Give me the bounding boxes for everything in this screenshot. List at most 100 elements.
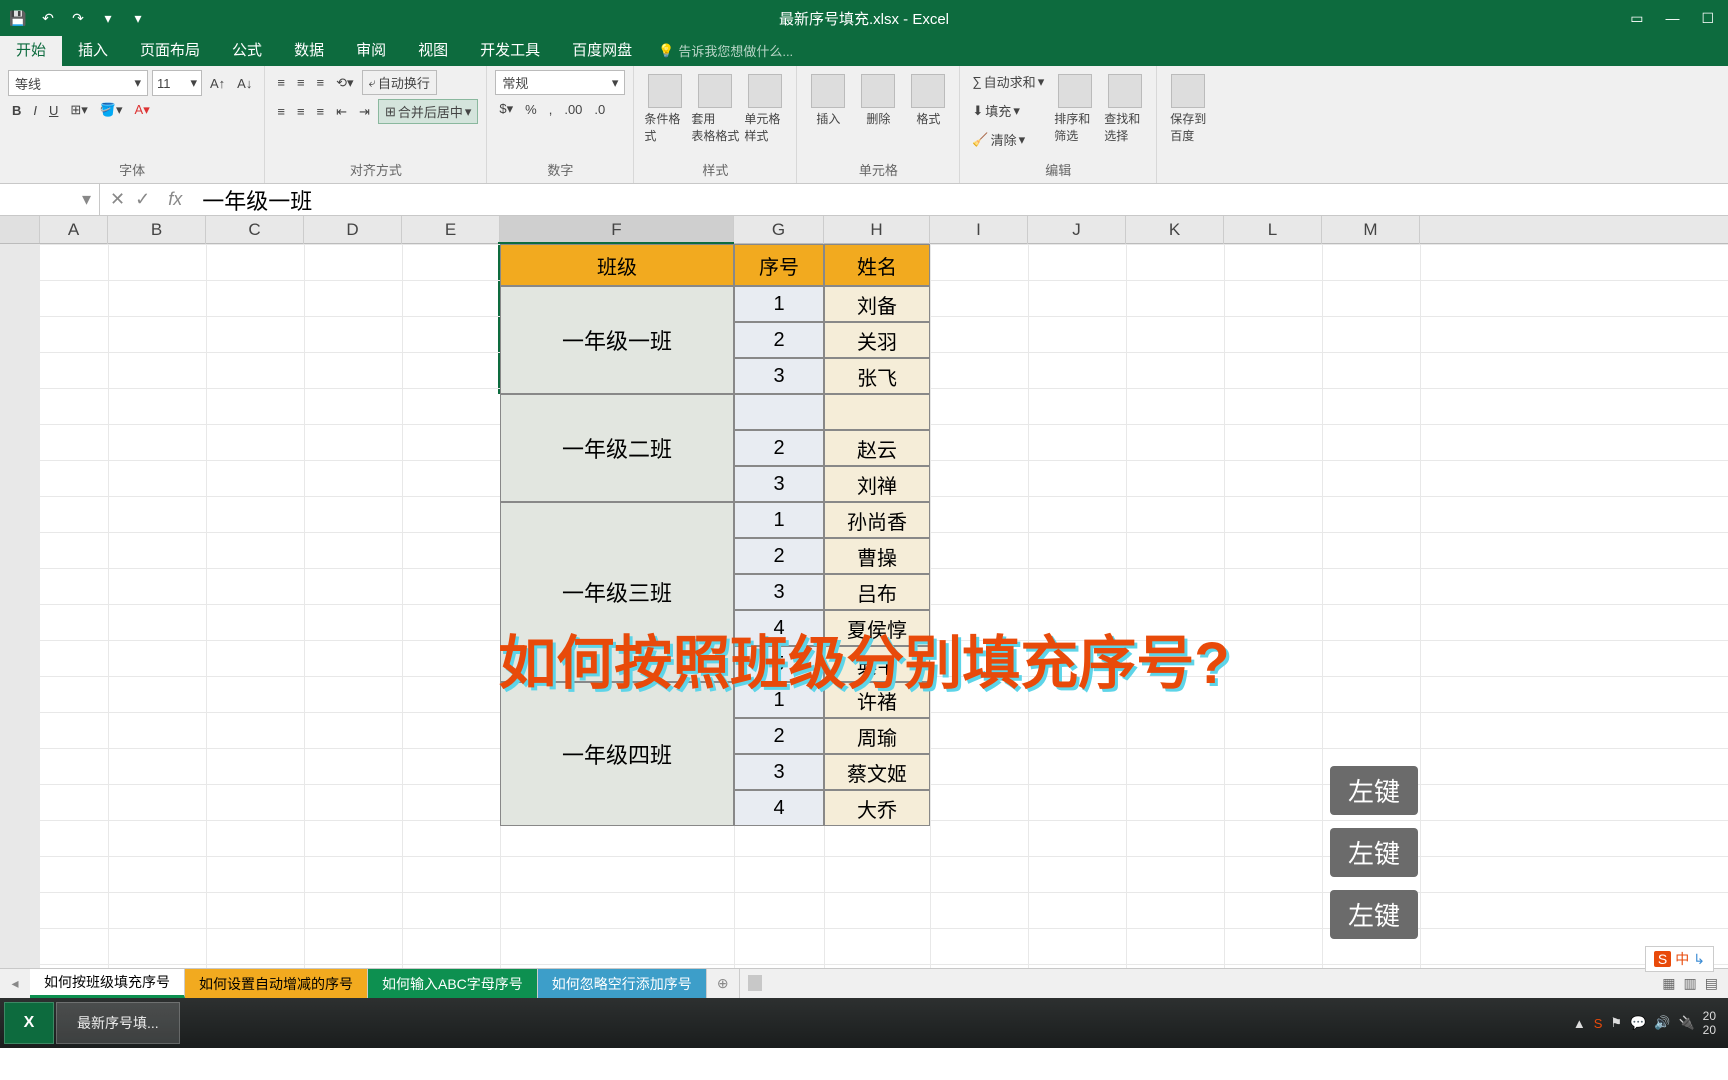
num-cell[interactable]: 1 [734,286,824,322]
orientation-icon[interactable]: ⟲▾ [332,73,357,93]
column-header[interactable]: K [1126,216,1224,244]
ribbon-display-icon[interactable]: ▭ [1630,10,1643,27]
excel-taskbar-icon[interactable]: X [4,1002,54,1044]
column-header[interactable]: J [1028,216,1126,244]
align-right-icon[interactable]: ≡ [313,102,329,121]
minimize-icon[interactable]: — [1665,10,1679,27]
tray-icon[interactable]: ⚑ [1610,1015,1622,1031]
align-center-icon[interactable]: ≡ [293,102,309,121]
cells-area[interactable]: 班级序号姓名一年级一班1刘备2关羽3张飞一年级二班2赵云3刘禅一年级三班1孙尚香… [40,244,1728,968]
sort-filter-button[interactable]: 排序和筛选 [1052,70,1098,148]
num-cell[interactable]: 3 [734,466,824,502]
fill-button[interactable]: ⬇ 填充 ▾ [968,99,1048,122]
sheet-nav-prev[interactable]: ◂ [0,969,30,998]
name-cell[interactable]: 刘禅 [824,466,930,502]
tab-data[interactable]: 数据 [278,33,340,66]
name-cell[interactable]: 刘备 [824,286,930,322]
tab-view[interactable]: 视图 [402,33,464,66]
num-cell[interactable]: 2 [734,322,824,358]
add-sheet-button[interactable]: ⊕ [707,969,739,998]
currency-icon[interactable]: $▾ [495,99,517,119]
name-cell[interactable] [824,394,930,430]
name-cell[interactable]: 张飞 [824,358,930,394]
fill-color-icon[interactable]: 🪣▾ [96,100,127,120]
tab-review[interactable]: 审阅 [340,33,402,66]
num-cell[interactable]: 2 [734,430,824,466]
increase-decimal-icon[interactable]: .00 [560,100,586,119]
format-cells-button[interactable]: 格式 [905,70,951,131]
wrap-text-button[interactable]: ⤶ 自动换行 [362,70,437,95]
confirm-formula-icon[interactable]: ✓ [135,189,150,210]
class-cell[interactable]: 一年级二班 [500,394,734,502]
percent-icon[interactable]: % [521,100,541,119]
font-size-select[interactable]: 11▾ [152,70,202,96]
name-cell[interactable]: 赵云 [824,430,930,466]
qat-more-icon[interactable]: ▾ [128,8,148,28]
tray-icon[interactable]: ▲ [1573,1016,1586,1031]
num-cell[interactable]: 1 [734,502,824,538]
tab-formula[interactable]: 公式 [216,33,278,66]
merge-center-button[interactable]: ⊞ 合并后居中 ▾ [378,99,478,124]
taskbar-app[interactable]: 最新序号填... [56,1002,180,1044]
name-cell[interactable]: 曹操 [824,538,930,574]
cell-styles-button[interactable]: 单元格样式 [742,70,788,148]
tab-dev[interactable]: 开发工具 [464,33,556,66]
column-header[interactable]: F [500,216,734,244]
redo-icon[interactable]: ↷ [68,8,88,28]
italic-button[interactable]: I [29,101,41,120]
num-cell[interactable]: 2 [734,538,824,574]
column-header[interactable]: I [930,216,1028,244]
page-layout-icon[interactable]: ▥ [1684,975,1697,992]
align-top-icon[interactable]: ≡ [273,73,289,92]
decrease-font-icon[interactable]: A↓ [233,74,256,93]
column-header[interactable]: D [304,216,402,244]
align-bottom-icon[interactable]: ≡ [313,73,329,92]
sheet-tab[interactable]: 如何按班级填充序号 [30,969,185,998]
font-color-icon[interactable]: A▾ [131,100,154,120]
border-icon[interactable]: ⊞▾ [66,100,91,120]
select-all-corner[interactable] [0,216,40,243]
tray-icon[interactable]: 🔌 [1678,1015,1694,1031]
table-header-num[interactable]: 序号 [734,244,824,286]
increase-indent-icon[interactable]: ⇥ [355,102,374,122]
comma-icon[interactable]: , [545,100,557,119]
tab-home[interactable]: 开始 [0,33,62,66]
find-select-button[interactable]: 查找和选择 [1102,70,1148,148]
num-cell[interactable]: 3 [734,574,824,610]
tab-insert[interactable]: 插入 [62,33,124,66]
baidu-save-button[interactable]: 保存到 百度 [1165,70,1211,148]
column-header[interactable]: A [40,216,108,244]
autosum-button[interactable]: ∑ 自动求和 ▾ [968,70,1048,93]
name-cell[interactable]: 孙尚香 [824,502,930,538]
num-cell[interactable]: 4 [734,790,824,826]
maximize-icon[interactable]: ☐ [1701,10,1714,27]
ime-indicator[interactable]: S中 ↳ [1645,946,1714,972]
table-format-button[interactable]: 套用 表格格式 [692,70,738,148]
class-cell[interactable]: 一年级四班 [500,682,734,826]
tray-icon[interactable]: S [1594,1016,1603,1031]
name-cell[interactable]: 周瑜 [824,718,930,754]
column-header[interactable]: B [108,216,206,244]
column-header[interactable]: L [1224,216,1322,244]
tab-page-layout[interactable]: 页面布局 [124,33,216,66]
decrease-indent-icon[interactable]: ⇤ [332,102,351,122]
class-cell[interactable]: 一年级一班 [500,286,734,394]
normal-view-icon[interactable]: ▦ [1662,975,1675,992]
cancel-formula-icon[interactable]: ✕ [110,189,125,210]
delete-cells-button[interactable]: 删除 [855,70,901,131]
increase-font-icon[interactable]: A↑ [206,74,229,93]
horizontal-scrollbar[interactable] [739,969,1653,998]
bold-button[interactable]: B [8,101,25,120]
align-left-icon[interactable]: ≡ [273,102,289,121]
column-header[interactable]: M [1322,216,1420,244]
num-cell[interactable]: 2 [734,718,824,754]
tell-me[interactable]: 💡告诉我您想做什么... [648,35,803,66]
column-header[interactable]: H [824,216,930,244]
name-cell[interactable]: 大乔 [824,790,930,826]
underline-button[interactable]: U [45,101,62,120]
decrease-decimal-icon[interactable]: .0 [590,100,609,119]
spreadsheet-grid[interactable]: ABCDEFGHIJKLM 班级序号姓名一年级一班1刘备2关羽3张飞一年级二班2… [0,216,1728,968]
sheet-tab[interactable]: 如何设置自动增减的序号 [185,969,368,998]
save-icon[interactable]: 💾 [8,8,28,28]
num-cell[interactable]: 3 [734,358,824,394]
